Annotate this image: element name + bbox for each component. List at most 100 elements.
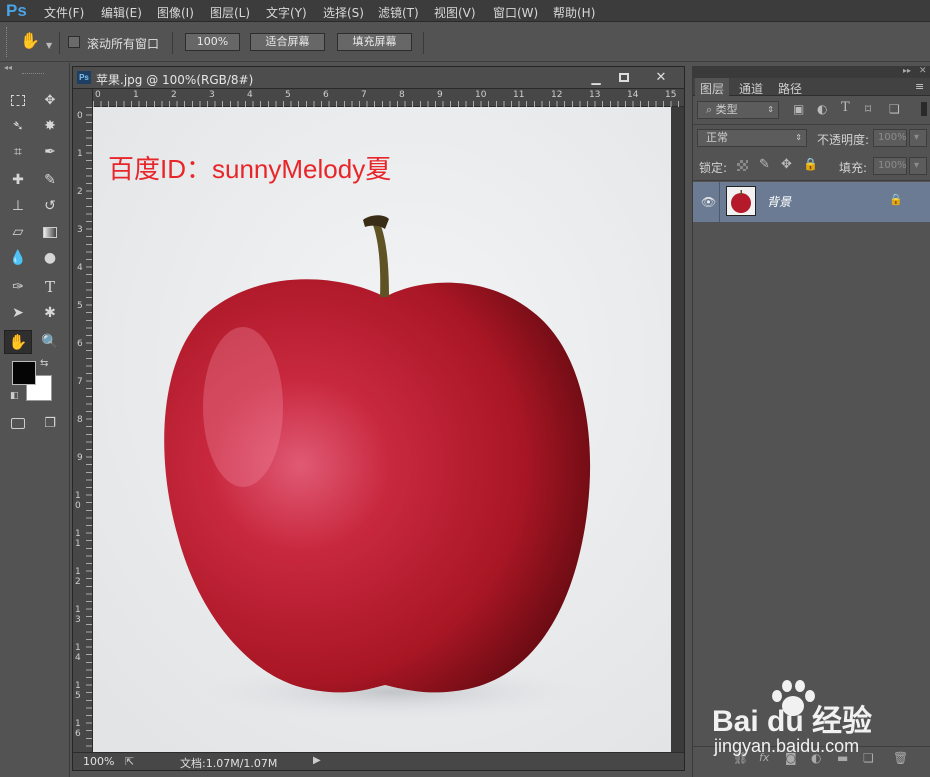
menu-layer[interactable]: 图层(L) xyxy=(210,4,250,21)
blend-mode-label: 正常 xyxy=(706,131,728,144)
document-window: Ps 苹果.jpg @ 100%(RGB/8#) ▁ ✕ 0 1 2 3 4 5… xyxy=(72,66,685,771)
scroll-all-checkbox[interactable] xyxy=(68,36,80,48)
close-icon[interactable]: ✕ xyxy=(919,66,927,76)
clone-stamp-icon[interactable]: ⊥ xyxy=(6,195,30,217)
fit-screen-button[interactable]: 适合屏幕 xyxy=(250,33,325,51)
baidu-jingyan-watermark: Bai du 经验 jingyan.baidu.com xyxy=(712,678,927,774)
ruler-label: 11 xyxy=(513,90,525,100)
tab-paths[interactable]: 路径 xyxy=(778,80,802,97)
ruler-label: 1 xyxy=(77,149,83,159)
filter-smart-icon[interactable]: ❏ xyxy=(889,102,900,116)
collapse-icon[interactable]: ▸▸ xyxy=(903,66,911,75)
close-icon[interactable]: ✕ xyxy=(647,69,675,86)
layer-row-background[interactable]: 👁 背景 🔒 xyxy=(693,182,930,222)
lock-transparent-icon[interactable] xyxy=(737,160,748,171)
filter-pixel-icon[interactable]: ▣ xyxy=(793,102,804,116)
default-colors-icon[interactable]: ◧ xyxy=(10,391,19,401)
blend-mode-select[interactable]: 正常 ⇕ xyxy=(697,129,807,147)
filter-toggle[interactable] xyxy=(921,102,927,116)
collapse-icon[interactable]: ◂◂ xyxy=(4,63,12,72)
menu-type[interactable]: 文字(Y) xyxy=(266,4,307,21)
zoom-tool-icon[interactable]: 🔍 xyxy=(38,331,62,353)
quick-mask-icon[interactable] xyxy=(6,412,30,434)
dodge-tool-icon[interactable]: ● xyxy=(38,247,62,269)
lock-image-icon[interactable]: ✎ xyxy=(759,157,770,172)
menu-help[interactable]: 帮助(H) xyxy=(553,4,595,21)
type-tool-icon[interactable]: T xyxy=(38,276,62,298)
tab-layers[interactable]: 图层 xyxy=(700,80,724,97)
ruler-label: 8 xyxy=(399,90,405,100)
ruler-label: 9 xyxy=(77,453,83,463)
screen-mode-icon[interactable]: ❐ xyxy=(38,412,62,434)
ruler-label: 4 xyxy=(77,263,83,273)
ruler-label: 7 xyxy=(77,377,83,387)
eyedropper-icon[interactable]: ✒ xyxy=(38,141,62,163)
zoom-100-button[interactable]: 100% xyxy=(185,33,240,51)
minimize-icon[interactable]: ▁ xyxy=(584,70,608,86)
pen-tool-icon[interactable]: ✑ xyxy=(6,276,30,298)
custom-shape-icon[interactable]: ✱ xyxy=(38,302,62,324)
ruler-label: 3 xyxy=(77,225,83,235)
maximize-icon[interactable] xyxy=(612,70,636,86)
foreground-color-swatch[interactable] xyxy=(12,361,36,385)
layer-thumbnail xyxy=(726,186,756,216)
panel-header-strip: ▸▸ ✕ xyxy=(693,66,930,78)
ps-doc-icon: Ps xyxy=(77,71,91,84)
crop-tool-icon[interactable]: ⌗ xyxy=(6,141,30,163)
menu-filter[interactable]: 滤镜(T) xyxy=(378,4,419,21)
eraser-tool-icon[interactable]: ▱ xyxy=(6,221,30,243)
hand-tool-icon[interactable]: ✋ xyxy=(20,31,40,50)
grip xyxy=(22,73,44,75)
fill-dropdown[interactable]: ▾ xyxy=(909,157,927,175)
ruler-horizontal: 0 1 2 3 4 5 6 7 8 9 10 11 12 13 14 15 xyxy=(73,89,684,107)
filter-adjust-icon[interactable]: ◐ xyxy=(817,102,827,116)
filter-shape-icon[interactable]: ⌑ xyxy=(865,102,871,116)
menu-window[interactable]: 窗口(W) xyxy=(493,4,538,21)
ruler-label: 12 xyxy=(75,567,81,587)
document-title: 苹果.jpg @ 100%(RGB/8#) xyxy=(96,73,254,87)
ruler-label: 3 xyxy=(209,90,215,100)
layer-name[interactable]: 背景 xyxy=(767,193,791,210)
lasso-tool-icon[interactable]: ➴ xyxy=(6,115,30,137)
opacity-input[interactable]: 100% xyxy=(873,129,907,147)
chevron-down-icon[interactable]: ▼ xyxy=(46,41,52,50)
fill-screen-button[interactable]: 填充屏幕 xyxy=(337,33,412,51)
export-icon[interactable]: ⇱ xyxy=(125,755,134,768)
swap-colors-icon[interactable]: ⇆ xyxy=(40,358,48,369)
opacity-dropdown[interactable]: ▾ xyxy=(909,129,927,147)
document-title-bar[interactable]: Ps 苹果.jpg @ 100%(RGB/8#) ▁ ✕ xyxy=(73,67,684,89)
menu-image[interactable]: 图像(I) xyxy=(157,4,194,21)
ruler-label: 16 xyxy=(75,719,81,739)
document-canvas[interactable]: 百度ID：sunnyMelody夏 xyxy=(93,107,671,752)
panel-menu-icon[interactable]: ≡ xyxy=(915,80,924,93)
status-arrow-icon[interactable]: ▶ xyxy=(313,755,321,766)
ruler-label: 14 xyxy=(75,643,81,663)
filter-kind-select[interactable]: ⌕ 类型 ⇕ xyxy=(697,101,779,119)
healing-brush-icon[interactable]: ✚ xyxy=(6,169,30,191)
apple-photo xyxy=(93,107,671,752)
status-zoom[interactable]: 100% xyxy=(83,755,114,768)
fill-input[interactable]: 100% xyxy=(873,157,907,175)
scroll-all-label: 滚动所有窗口 xyxy=(87,37,160,51)
blur-tool-icon[interactable]: 💧 xyxy=(6,247,30,269)
menu-select[interactable]: 选择(S) xyxy=(323,4,364,21)
menu-view[interactable]: 视图(V) xyxy=(434,4,476,21)
marquee-tool-icon[interactable] xyxy=(6,89,30,111)
lock-position-icon[interactable]: ✥ xyxy=(781,157,792,172)
layers-panel: ▸▸ ✕ 图层 通道 路径 ≡ ⌕ 类型 ⇕ ▣ ◐ T ⌑ ❏ 正常 ⇕ 不透… xyxy=(692,66,930,777)
brush-tool-icon[interactable]: ✎ xyxy=(38,169,62,191)
path-selection-icon[interactable]: ➤ xyxy=(6,302,30,324)
menu-edit[interactable]: 编辑(E) xyxy=(101,4,142,21)
ruler-label: 8 xyxy=(77,415,83,425)
ruler-origin[interactable] xyxy=(73,89,93,107)
magic-wand-icon[interactable]: ✸ xyxy=(38,115,62,137)
gradient-tool-icon[interactable] xyxy=(38,221,62,243)
visibility-eye-icon[interactable]: 👁 xyxy=(701,195,716,209)
hand-tool-icon[interactable]: ✋ xyxy=(4,330,32,354)
lock-all-icon[interactable]: 🔒 xyxy=(803,157,818,171)
move-tool-icon[interactable]: ✥ xyxy=(38,89,62,111)
filter-type-icon[interactable]: T xyxy=(841,100,850,115)
tab-channels[interactable]: 通道 xyxy=(739,80,763,97)
history-brush-icon[interactable]: ↺ xyxy=(38,195,62,217)
menu-file[interactable]: 文件(F) xyxy=(44,4,84,21)
